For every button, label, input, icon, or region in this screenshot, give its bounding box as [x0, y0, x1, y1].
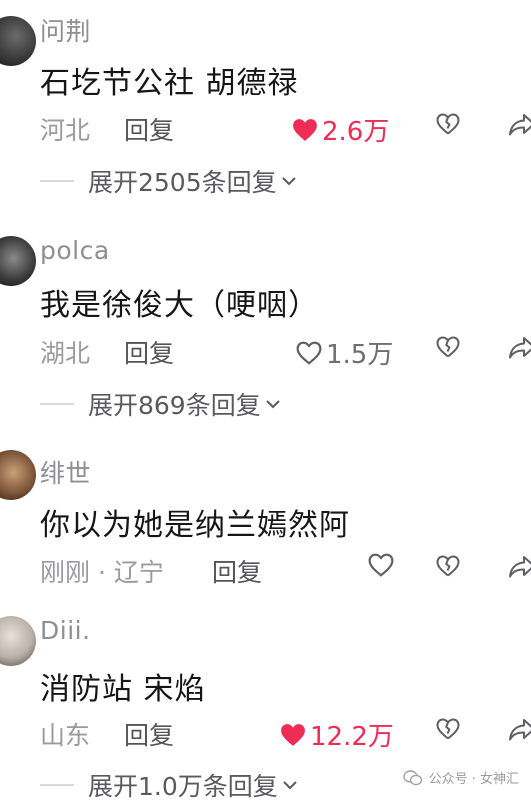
comment-text: 我是徐俊大（哽咽） [40, 288, 319, 323]
dislike-button[interactable] [436, 555, 460, 581]
watermark-text: 公众号 · 女神汇 [428, 772, 519, 787]
comment-text: 你以为她是纳兰嫣然阿 [40, 508, 350, 543]
share-arrow-icon [509, 337, 531, 359]
divider [40, 180, 74, 182]
broken-heart-icon [436, 336, 460, 358]
expand-replies[interactable]: 展开869条回复 [40, 387, 281, 421]
reply-button[interactable]: 回复 [124, 334, 174, 370]
expand-replies-label: 展开2505条回复 [88, 168, 277, 197]
dislike-button[interactable] [436, 336, 460, 362]
comment-text: 消防站 宋焰 [40, 672, 206, 707]
expand-replies-label: 展开869条回复 [88, 391, 261, 420]
comment-text: 石圪节公社 胡德禄 [40, 66, 299, 101]
comment-meta: 山东 回复 12.2万 [40, 716, 531, 753]
expand-replies[interactable]: 展开1.0万条回复 [40, 768, 298, 802]
share-button[interactable] [508, 336, 531, 364]
like-button[interactable]: 12.2万 [280, 716, 394, 753]
like-button[interactable] [368, 553, 398, 577]
like-count: 12.2万 [310, 722, 394, 752]
divider [40, 403, 74, 405]
comment-username[interactable]: 绯世 [40, 454, 91, 490]
dislike-button[interactable] [436, 113, 460, 139]
comment-username[interactable]: Diii. [40, 616, 91, 645]
comment-location: 河北 [40, 116, 91, 145]
watermark: 公众号 · 女神汇 [402, 768, 519, 787]
avatar[interactable] [0, 616, 36, 666]
comment-meta: 刚刚 · 辽宁 回复 [40, 553, 531, 587]
comment-meta: 河北 回复 2.6万 [40, 111, 531, 148]
chevron-down-icon [266, 400, 280, 409]
broken-heart-icon [436, 555, 460, 577]
expand-replies[interactable]: 展开2505条回复 [40, 164, 297, 198]
comment-username[interactable]: 问荆 [40, 12, 91, 48]
share-arrow-icon [509, 114, 531, 136]
share-arrow-icon [509, 556, 531, 578]
like-count: 2.6万 [322, 117, 390, 147]
wechat-icon [402, 769, 422, 785]
chevron-down-icon [281, 177, 296, 186]
comment-location: 湖北 [40, 339, 91, 368]
like-button[interactable]: 1.5万 [296, 334, 393, 371]
like-button[interactable]: 2.6万 [292, 111, 389, 148]
avatar[interactable] [0, 16, 36, 66]
reply-button[interactable]: 回复 [124, 716, 174, 752]
dislike-button[interactable] [436, 718, 460, 744]
comment-location: 山东 [40, 721, 91, 750]
heart-icon [281, 723, 305, 746]
expand-replies-label: 展开1.0万条回复 [88, 772, 278, 801]
share-button[interactable] [508, 718, 531, 746]
comment-location: 刚刚 · 辽宁 [40, 558, 164, 587]
comment-username[interactable]: polca [40, 236, 110, 265]
reply-button[interactable]: 回复 [124, 111, 174, 147]
broken-heart-icon [436, 113, 460, 135]
avatar[interactable] [0, 450, 36, 500]
chevron-down-icon [283, 781, 297, 790]
heart-icon [296, 341, 322, 365]
broken-heart-icon [436, 718, 460, 740]
share-button[interactable] [508, 555, 531, 583]
comment-meta: 湖北 回复 1.5万 [40, 334, 531, 371]
share-arrow-icon [509, 719, 531, 741]
heart-icon [368, 553, 394, 577]
divider [40, 784, 74, 786]
like-count: 1.5万 [326, 340, 394, 370]
reply-button[interactable]: 回复 [212, 553, 262, 589]
heart-icon [293, 118, 317, 141]
share-button[interactable] [508, 113, 531, 141]
avatar[interactable] [0, 236, 36, 286]
